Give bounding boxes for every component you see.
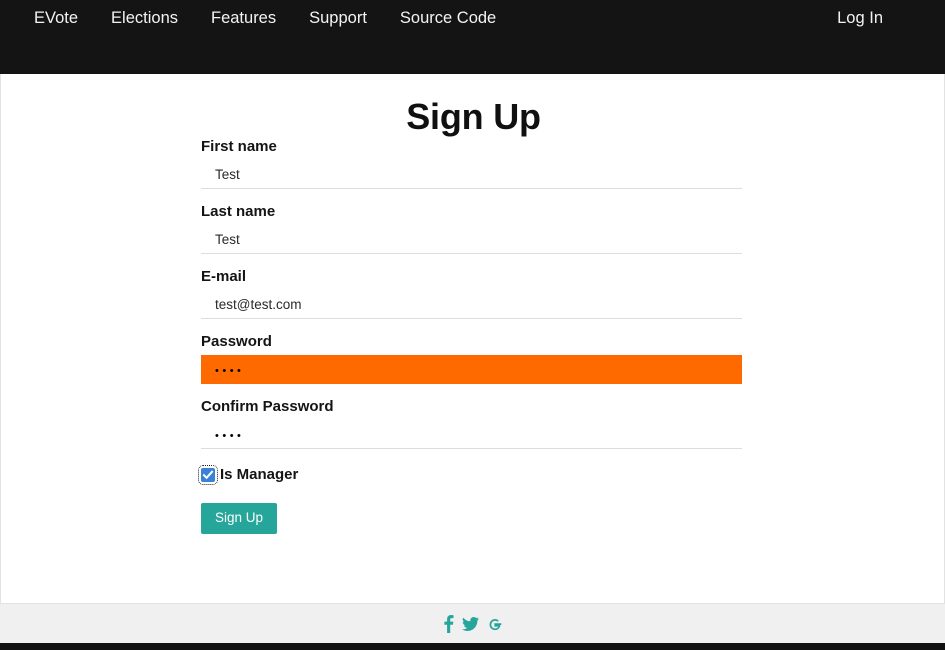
- input-confirm-password[interactable]: ••••: [201, 420, 742, 449]
- page-title: Sign Up: [406, 96, 541, 138]
- nav-link-login[interactable]: Log In: [837, 9, 883, 27]
- label-first-name: First name: [201, 138, 277, 155]
- signup-page: EVote Elections Features Support Source …: [0, 0, 945, 650]
- footer-social-icons: [443, 614, 503, 633]
- facebook-icon[interactable]: [443, 614, 454, 633]
- nav-link-evote[interactable]: EVote: [34, 7, 95, 29]
- google-icon[interactable]: [487, 615, 503, 633]
- check-icon: [202, 470, 214, 480]
- confirm-password-masked-value: ••••: [215, 430, 245, 442]
- label-password: Password: [201, 333, 272, 350]
- field-last-name: Last name: [201, 203, 742, 254]
- field-email: E-mail: [201, 268, 742, 319]
- label-last-name: Last name: [201, 203, 276, 220]
- signup-form: First name Last name E-mail Password •••…: [198, 138, 742, 534]
- nav-link-support[interactable]: Support: [309, 7, 384, 29]
- input-password[interactable]: ••••: [201, 355, 742, 384]
- footer-bottom-strip: [0, 643, 945, 650]
- field-first-name: First name: [201, 138, 742, 189]
- field-confirm-password: Confirm Password ••••: [201, 398, 742, 449]
- checkbox-is-manager[interactable]: [198, 465, 218, 485]
- top-navbar: EVote Elections Features Support Source …: [0, 0, 945, 74]
- signup-submit-button[interactable]: Sign Up: [201, 503, 278, 534]
- footer: [0, 604, 945, 643]
- nav-link-features[interactable]: Features: [211, 7, 293, 29]
- nav-right-group: Log In: [837, 7, 883, 29]
- input-email[interactable]: [201, 290, 742, 319]
- password-masked-value: ••••: [215, 365, 245, 377]
- field-password: Password ••••: [201, 333, 742, 384]
- label-confirm-password: Confirm Password: [201, 398, 334, 415]
- label-email: E-mail: [201, 268, 247, 285]
- input-last-name[interactable]: [201, 225, 742, 254]
- nav-link-elections[interactable]: Elections: [111, 7, 195, 29]
- nav-link-source-code[interactable]: Source Code: [400, 7, 513, 29]
- content-card: Sign Up First name Last name E-mail: [0, 74, 945, 604]
- input-first-name[interactable]: [201, 160, 742, 189]
- checkbox-row-is-manager[interactable]: Is Manager: [198, 465, 742, 485]
- twitter-icon[interactable]: [461, 615, 479, 633]
- nav-links: EVote Elections Features Support Source …: [34, 7, 513, 29]
- checkbox-label-is-manager: Is Manager: [220, 466, 299, 483]
